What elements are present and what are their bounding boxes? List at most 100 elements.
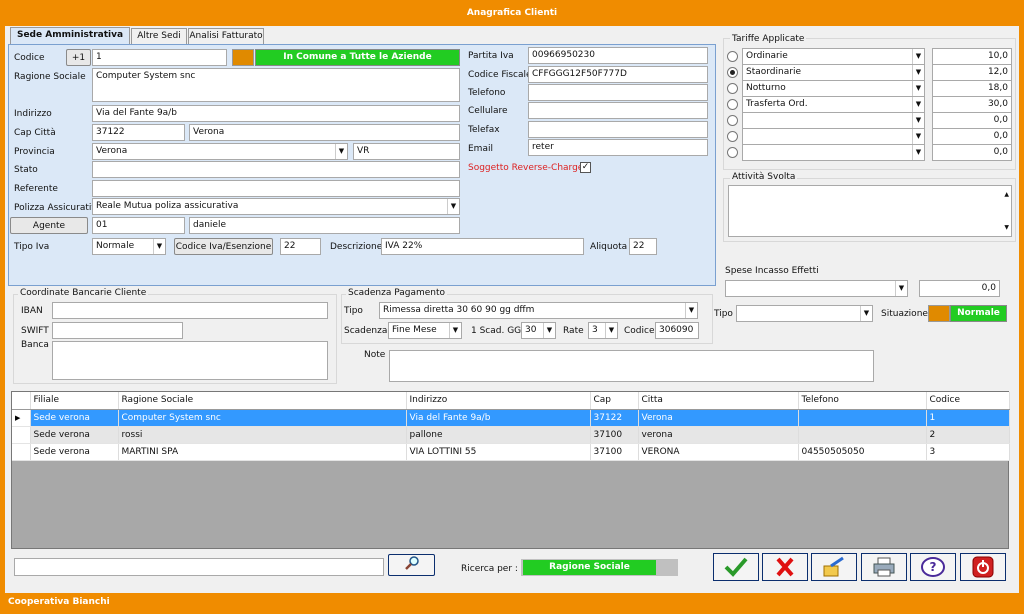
- tariffa-radio[interactable]: [727, 67, 738, 78]
- row-indicator[interactable]: ▶: [12, 409, 31, 427]
- table-cell[interactable]: verona: [638, 426, 799, 444]
- situazione-badge[interactable]: Normale: [950, 305, 1007, 322]
- tab-altre-sedi[interactable]: Altre Sedi: [131, 28, 187, 44]
- scroll-down-icon[interactable]: ▼: [1004, 220, 1009, 235]
- chevron-down-icon[interactable]: ▼: [153, 239, 165, 254]
- tariffa-value[interactable]: 30,0: [932, 96, 1012, 113]
- tipo-iva-select[interactable]: Normale ▼: [92, 238, 166, 255]
- iban-field[interactable]: [52, 302, 328, 319]
- gg-select[interactable]: 30 ▼: [521, 322, 556, 339]
- chevron-down-icon[interactable]: ▼: [912, 49, 924, 64]
- chevron-down-icon[interactable]: ▼: [447, 199, 459, 214]
- telefono-field[interactable]: [528, 84, 708, 101]
- column-header[interactable]: Ragione Sociale: [118, 392, 407, 410]
- search-input[interactable]: [14, 558, 384, 576]
- referente-field[interactable]: [92, 180, 460, 197]
- table-cell[interactable]: rossi: [118, 426, 407, 444]
- citta-field[interactable]: Verona: [189, 124, 460, 141]
- tariffa-select[interactable]: ▼: [742, 128, 925, 145]
- table-cell[interactable]: 2: [926, 426, 1010, 444]
- codice-field[interactable]: 1: [92, 49, 227, 66]
- table-row[interactable]: Sede verona MARTINI SPA VIA LOTTINI 55 3710…: [12, 443, 1010, 461]
- tariffa-select[interactable]: ▼: [742, 112, 925, 129]
- chevron-down-icon[interactable]: ▼: [912, 129, 924, 144]
- row-indicator[interactable]: [12, 426, 31, 444]
- agente-code-field[interactable]: 01: [92, 217, 185, 234]
- table-cell[interactable]: VIA LOTTINI 55: [406, 443, 591, 461]
- chevron-down-icon[interactable]: ▼: [335, 144, 347, 159]
- tariffa-value[interactable]: 0,0: [932, 112, 1012, 129]
- tariffa-value[interactable]: 10,0: [932, 48, 1012, 65]
- scadenza-tipo-select[interactable]: Rimessa diretta 30 60 90 gg dffm ▼: [379, 302, 698, 319]
- table-cell[interactable]: [798, 409, 927, 427]
- tariffa-radio[interactable]: [727, 83, 738, 94]
- scad-codice-field[interactable]: 306090: [655, 322, 699, 339]
- sigla-field[interactable]: VR: [353, 143, 460, 160]
- chevron-down-icon[interactable]: ▼: [860, 306, 872, 321]
- tariffa-select[interactable]: ▼: [742, 144, 925, 161]
- tariffa-value[interactable]: 12,0: [932, 64, 1012, 81]
- polizza-select[interactable]: Reale Mutua poliza assicurativa ▼: [92, 198, 460, 215]
- tariffa-select[interactable]: Staordinarie ▼: [742, 64, 925, 81]
- chevron-down-icon[interactable]: ▼: [912, 97, 924, 112]
- table-cell[interactable]: 37100: [590, 426, 639, 444]
- provincia-select[interactable]: Verona ▼: [92, 143, 348, 160]
- table-cell[interactable]: Sede verona: [30, 409, 119, 427]
- table-cell[interactable]: pallone: [406, 426, 591, 444]
- confirm-button[interactable]: [713, 553, 759, 581]
- chevron-down-icon[interactable]: ▼: [685, 303, 697, 318]
- table-cell[interactable]: 1: [926, 409, 1010, 427]
- reverse-charge-checkbox[interactable]: ✓: [580, 162, 591, 173]
- note-field[interactable]: [389, 350, 874, 382]
- exit-button[interactable]: [960, 553, 1006, 581]
- tariffa-select[interactable]: Trasferta Ord. ▼: [742, 96, 925, 113]
- table-cell[interactable]: 04550505050: [798, 443, 927, 461]
- help-button[interactable]: ?: [910, 553, 956, 581]
- tariffa-value[interactable]: 0,0: [932, 128, 1012, 145]
- codice-fiscale-field[interactable]: CFFGGG12F50F777D: [528, 66, 708, 83]
- table-row[interactable]: ▶ Sede verona Computer System snc Via del F…: [12, 409, 1010, 427]
- rate-select[interactable]: 3 ▼: [588, 322, 618, 339]
- table-cell[interactable]: VERONA: [638, 443, 799, 461]
- swift-field[interactable]: [52, 322, 183, 339]
- table-cell[interactable]: 37100: [590, 443, 639, 461]
- tariffa-radio[interactable]: [727, 131, 738, 142]
- table-cell[interactable]: Sede verona: [30, 443, 119, 461]
- chevron-down-icon[interactable]: ▼: [605, 323, 617, 338]
- attivita-field[interactable]: ▲ ▼: [728, 185, 1012, 237]
- column-header[interactable]: Cap: [590, 392, 639, 410]
- aliquota-field[interactable]: 22: [629, 238, 657, 255]
- ricerca-mode-button[interactable]: Ragione Sociale: [523, 560, 656, 575]
- scroll-up-icon[interactable]: ▲: [1004, 187, 1009, 202]
- chevron-down-icon[interactable]: ▼: [912, 113, 924, 128]
- email-field[interactable]: reter: [528, 139, 708, 156]
- tariffa-value[interactable]: 0,0: [932, 144, 1012, 161]
- column-header[interactable]: Indirizzo: [406, 392, 591, 410]
- cap-field[interactable]: 37122: [92, 124, 185, 141]
- chevron-down-icon[interactable]: ▼: [912, 145, 924, 160]
- chevron-down-icon[interactable]: ▼: [895, 281, 907, 296]
- table-cell[interactable]: [798, 426, 927, 444]
- row-indicator[interactable]: [12, 443, 31, 461]
- table-row[interactable]: Sede verona rossi pallone 37100 verona 2: [12, 426, 1010, 444]
- stato-field[interactable]: [92, 161, 460, 178]
- column-header[interactable]: Filiale: [30, 392, 119, 410]
- tariffa-select[interactable]: Ordinarie ▼: [742, 48, 925, 65]
- chevron-down-icon[interactable]: ▼: [449, 323, 461, 338]
- tipo-spese-select[interactable]: ▼: [736, 305, 873, 322]
- ragione-sociale-field[interactable]: Computer System snc: [92, 68, 460, 102]
- tariffa-select[interactable]: Notturno ▼: [742, 80, 925, 97]
- table-cell[interactable]: Verona: [638, 409, 799, 427]
- tariffa-radio[interactable]: [727, 99, 738, 110]
- agente-name-field[interactable]: daniele: [189, 217, 460, 234]
- table-cell[interactable]: Computer System snc: [118, 409, 407, 427]
- table-cell[interactable]: MARTINI SPA: [118, 443, 407, 461]
- codice-iva-button[interactable]: Codice Iva/Esenzione: [174, 238, 273, 255]
- chevron-down-icon[interactable]: ▼: [912, 81, 924, 96]
- clear-button[interactable]: [811, 553, 857, 581]
- descrizione-field[interactable]: IVA 22%: [381, 238, 584, 255]
- table-cell[interactable]: Via del Fante 9a/b: [406, 409, 591, 427]
- cancel-button[interactable]: [762, 553, 808, 581]
- tab-analisi-fatturato[interactable]: Analisi Fatturato: [188, 28, 264, 44]
- comune-button[interactable]: In Comune a Tutte le Aziende: [255, 49, 460, 66]
